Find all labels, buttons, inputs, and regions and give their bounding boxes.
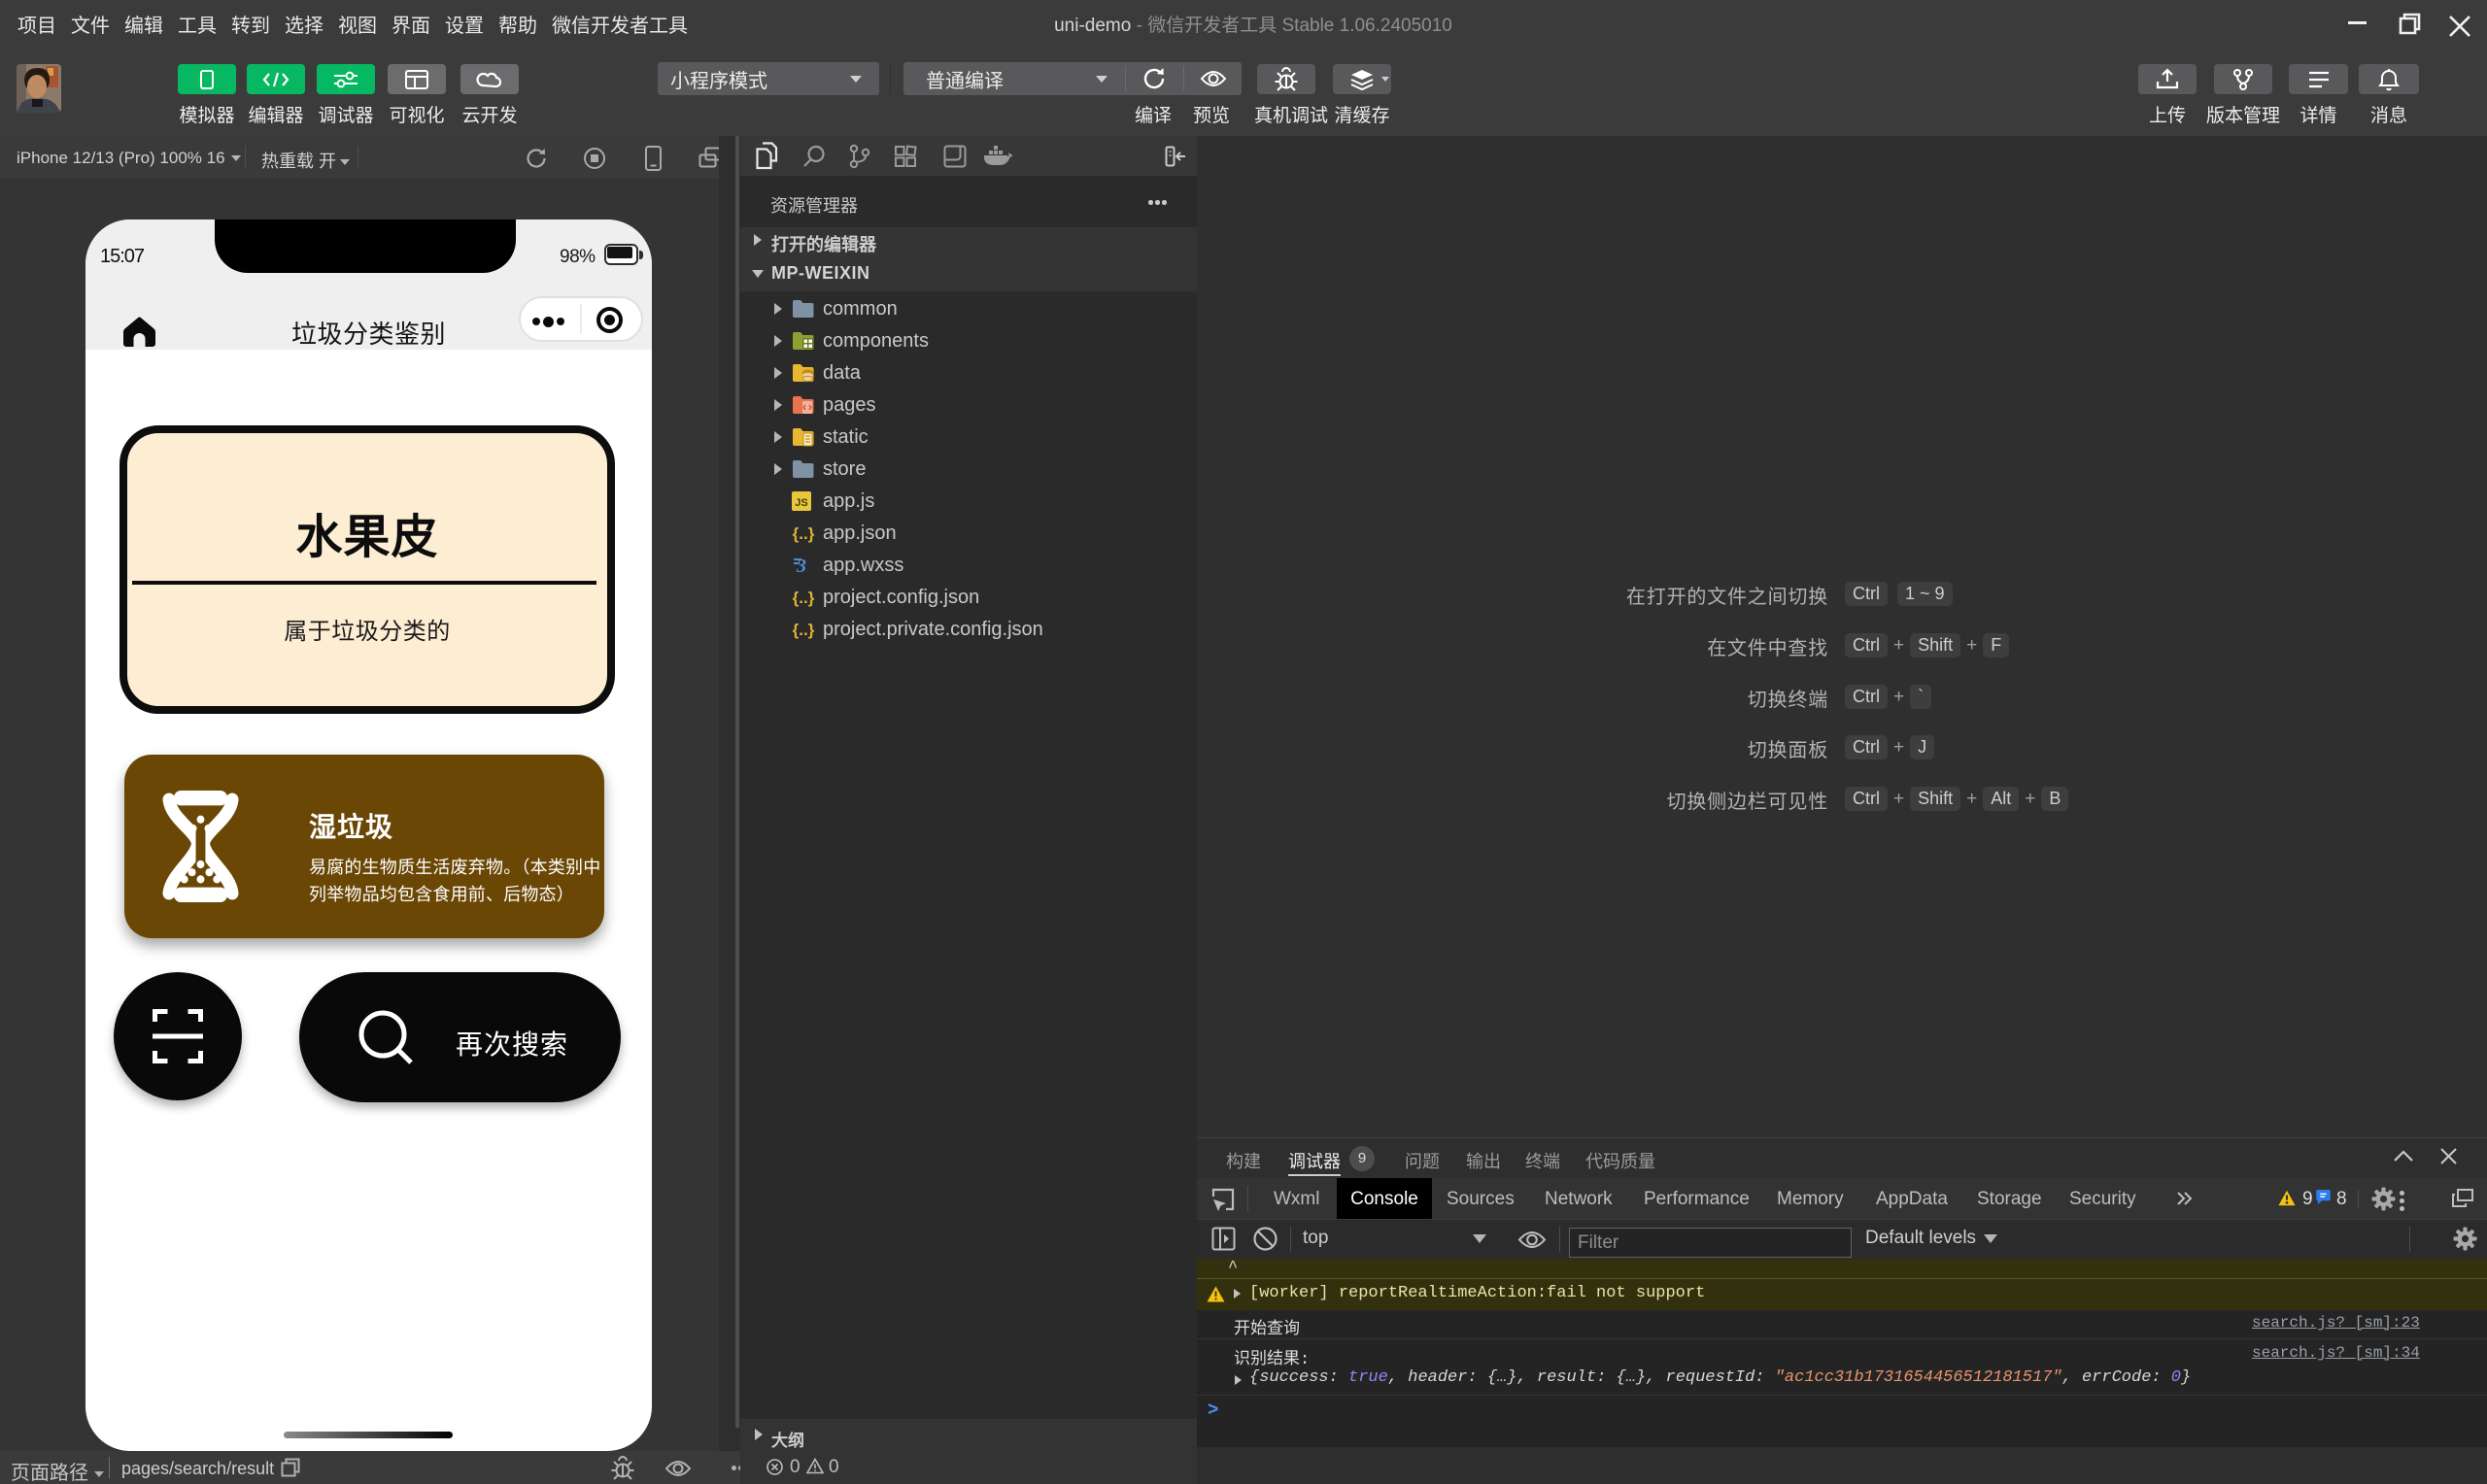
svg-text:{..}: {..}: [793, 621, 815, 639]
svg-text:{..}: {..}: [793, 589, 815, 607]
svg-text:JS: JS: [795, 497, 807, 509]
svg-text:{..}: {..}: [793, 524, 815, 543]
